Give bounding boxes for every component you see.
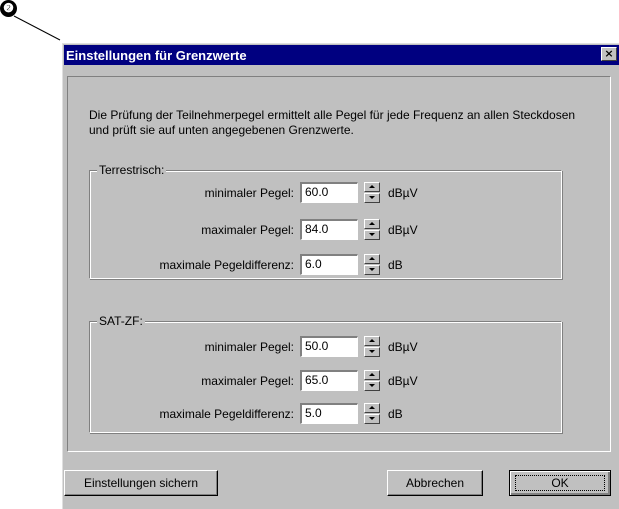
spin-up-icon: [369, 222, 375, 225]
spin-up-icon: [369, 185, 375, 188]
terr-min-level-down-button[interactable]: [364, 193, 380, 203]
callout-number-badge: ❷: [0, 0, 17, 17]
spin-up-icon: [369, 406, 375, 409]
sat-max-level-up-button[interactable]: [364, 370, 380, 380]
dialog-title: Einstellungen für Grenzwerte: [66, 48, 247, 63]
terr-max-level-unit: dBµV: [388, 223, 418, 237]
callout-leader-line: [13, 15, 61, 41]
terr-min-level-input[interactable]: 60.0: [300, 182, 358, 203]
terr-max-diff-up-button[interactable]: [364, 254, 380, 264]
sat-max-diff-unit: dB: [388, 407, 403, 421]
terr-max-diff-spinner: [364, 254, 380, 275]
sat-max-level-input[interactable]: 65.0: [300, 370, 358, 391]
spin-up-icon: [369, 257, 375, 260]
sat-min-level-spinner: [364, 336, 380, 357]
sat-zf-group-title: SAT-ZF:: [97, 314, 145, 328]
save-settings-button[interactable]: Einstellungen sichern: [64, 470, 218, 496]
spin-up-icon: [369, 339, 375, 342]
sat-max-diff-input[interactable]: 5.0: [300, 403, 358, 424]
terr-max-diff-label: maximale Pegeldifferenz:: [159, 258, 294, 272]
dialog-titlebar: Einstellungen für Grenzwerte ×: [64, 45, 619, 65]
description-text: Die Prüfung der Teilnehmerpegel ermittel…: [89, 108, 576, 137]
sat-max-level-spinner: [364, 370, 380, 391]
sat-min-level-input[interactable]: 50.0: [300, 336, 358, 357]
spin-down-icon: [369, 233, 375, 236]
terr-min-level-unit: dBµV: [388, 186, 418, 200]
sat-max-diff-down-button[interactable]: [364, 414, 380, 424]
sat-max-level-unit: dBµV: [388, 374, 418, 388]
terr-min-level-spinner: [364, 182, 380, 203]
spin-down-icon: [369, 268, 375, 271]
spin-down-icon: [369, 350, 375, 353]
cancel-button[interactable]: Abbrechen: [387, 470, 483, 496]
cancel-button-label: Abbrechen: [405, 476, 465, 490]
terr-max-diff-down-button[interactable]: [364, 265, 380, 275]
terr-max-level-label: maximaler Pegel:: [201, 223, 294, 237]
sat-max-diff-up-button[interactable]: [364, 403, 380, 413]
sat-min-level-label: minimaler Pegel:: [204, 340, 294, 354]
sat-min-level-unit: dBµV: [388, 340, 418, 354]
sat-min-level-down-button[interactable]: [364, 347, 380, 357]
save-settings-button-label: Einstellungen sichern: [83, 476, 199, 490]
spin-down-icon: [369, 417, 375, 420]
terr-max-level-input[interactable]: 84.0: [300, 219, 358, 240]
terr-min-level-label: minimaler Pegel:: [204, 186, 294, 200]
terr-max-level-down-button[interactable]: [364, 230, 380, 240]
spin-up-icon: [369, 373, 375, 376]
close-icon: ×: [604, 47, 614, 60]
sat-max-level-down-button[interactable]: [364, 381, 380, 391]
spin-down-icon: [369, 196, 375, 199]
close-button[interactable]: ×: [601, 47, 617, 61]
sat-max-level-label: maximaler Pegel:: [201, 374, 294, 388]
terr-max-level-spinner: [364, 219, 380, 240]
terr-max-diff-input[interactable]: 6.0: [300, 254, 358, 275]
terrestrisch-group-title: Terrestrisch:: [97, 163, 167, 177]
terr-max-diff-unit: dB: [388, 258, 403, 272]
sat-min-level-up-button[interactable]: [364, 336, 380, 346]
terr-min-level-up-button[interactable]: [364, 182, 380, 192]
ok-button[interactable]: OK: [509, 470, 611, 496]
sat-max-diff-spinner: [364, 403, 380, 424]
sat-max-diff-label: maximale Pegeldifferenz:: [159, 407, 294, 421]
spin-down-icon: [369, 384, 375, 387]
terr-max-level-up-button[interactable]: [364, 219, 380, 229]
ok-button-label: OK: [551, 476, 569, 490]
